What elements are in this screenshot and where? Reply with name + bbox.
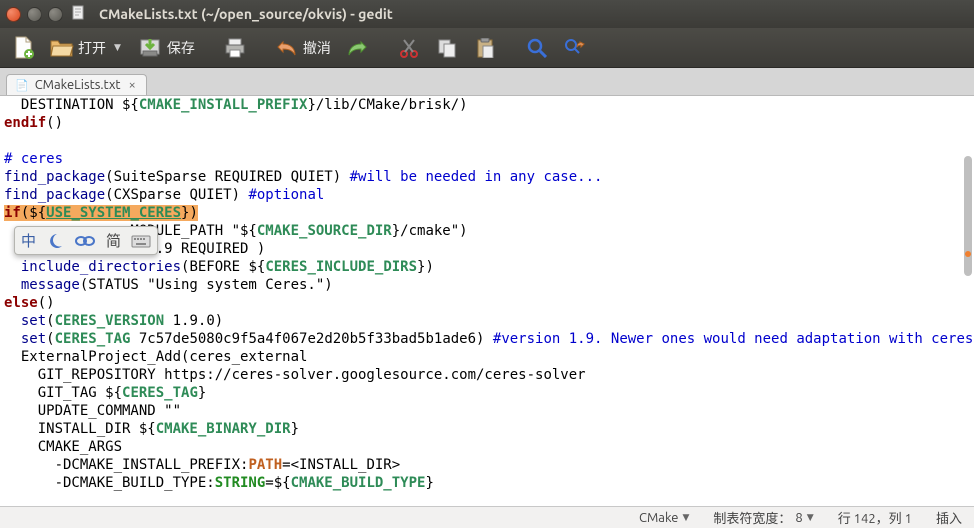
new-file-button[interactable] [8, 34, 40, 62]
undo-label: 撤消 [303, 38, 331, 58]
titlebar: CMakeLists.txt (~/open_source/okvis) - g… [0, 0, 974, 28]
ime-link-icon[interactable] [74, 234, 96, 248]
search-icon [525, 36, 549, 60]
close-window-button[interactable] [6, 7, 21, 22]
open-folder-icon [50, 36, 74, 60]
tab-cmakelists[interactable]: 📄 CMakeLists.txt × [6, 74, 147, 95]
document-icon: 📄 [15, 79, 29, 92]
scrollbar-thumb[interactable] [964, 156, 972, 276]
undo-icon [275, 36, 299, 60]
minimize-window-button[interactable] [27, 7, 42, 22]
status-cursor-position: 行 142，列 1 [838, 508, 912, 527]
gedit-app-icon [71, 5, 87, 24]
save-icon [139, 36, 163, 60]
cut-button[interactable] [393, 34, 425, 62]
ime-keyboard-icon[interactable] [131, 233, 151, 249]
toolbar: 打开 ▼ 保存 撤消 [0, 28, 974, 68]
tabbar: 📄 CMakeLists.txt × [0, 68, 974, 96]
open-button[interactable]: 打开 ▼ [46, 34, 129, 62]
new-file-icon [12, 36, 36, 60]
editor-area[interactable]: DESTINATION ${CMAKE_INSTALL_PREFIX}/lib/… [0, 96, 974, 506]
tab-close-button[interactable]: × [127, 78, 138, 92]
copy-icon [435, 36, 459, 60]
save-label: 保存 [167, 38, 195, 58]
search-replace-icon [563, 36, 587, 60]
open-label: 打开 [78, 38, 106, 58]
window-title: CMakeLists.txt (~/open_source/okvis) - g… [99, 6, 393, 22]
window-controls [6, 7, 63, 22]
status-tabwidth-selector[interactable]: 制表符宽度：8▼ [713, 508, 813, 527]
printer-icon [223, 36, 247, 60]
status-language-selector[interactable]: CMake▼ [639, 511, 689, 525]
scroll-marker [965, 251, 971, 257]
scissors-icon [397, 36, 421, 60]
ime-zhong-button[interactable]: 中 [21, 230, 36, 251]
statusbar: CMake▼ 制表符宽度：8▼ 行 142，列 1 插入 [0, 506, 974, 528]
redo-icon [345, 36, 369, 60]
ime-moon-icon[interactable] [46, 232, 64, 250]
open-dropdown-arrow[interactable]: ▼ [110, 42, 125, 53]
status-insert-mode[interactable]: 插入 [936, 508, 962, 527]
search-button[interactable] [521, 34, 553, 62]
search-replace-button[interactable] [559, 34, 591, 62]
code-editor[interactable]: DESTINATION ${CMAKE_INSTALL_PREFIX}/lib/… [0, 96, 974, 506]
maximize-window-button[interactable] [48, 7, 63, 22]
redo-button[interactable] [341, 34, 373, 62]
print-button[interactable] [219, 34, 251, 62]
paste-icon [473, 36, 497, 60]
save-button[interactable]: 保存 [135, 34, 199, 62]
tab-label: CMakeLists.txt [35, 78, 121, 92]
ime-jian-button[interactable]: 简 [106, 230, 121, 251]
undo-button[interactable]: 撤消 [271, 34, 335, 62]
copy-button[interactable] [431, 34, 463, 62]
ime-toolbar[interactable]: 中 简 [14, 226, 158, 255]
paste-button[interactable] [469, 34, 501, 62]
